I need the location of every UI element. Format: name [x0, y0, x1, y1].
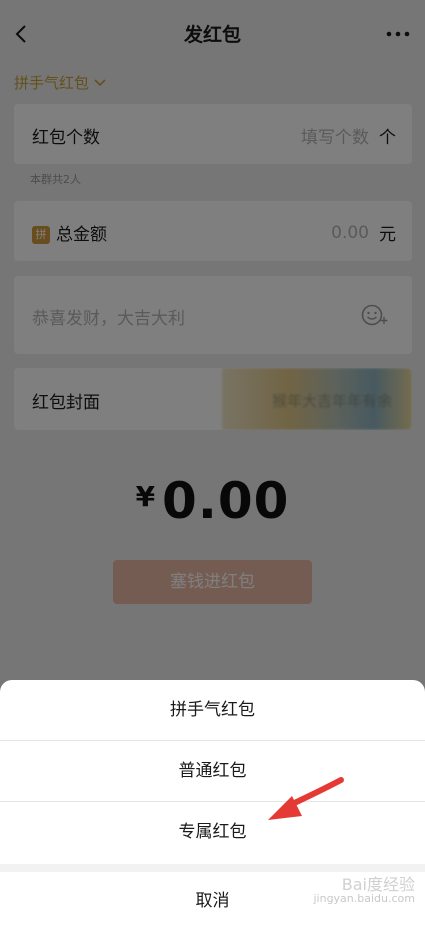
baidu-watermark: Bai度经验 jingyan.baidu.com [313, 875, 415, 906]
option-exclusive-packet[interactable]: 专属红包 [0, 802, 425, 863]
sheet-divider [0, 864, 425, 872]
watermark-url: jingyan.baidu.com [313, 892, 415, 905]
watermark-brand: Bai度经验 [341, 875, 415, 894]
option-lucky-packet[interactable]: 拼手气红包 [0, 680, 425, 741]
option-normal-packet[interactable]: 普通红包 [0, 741, 425, 802]
